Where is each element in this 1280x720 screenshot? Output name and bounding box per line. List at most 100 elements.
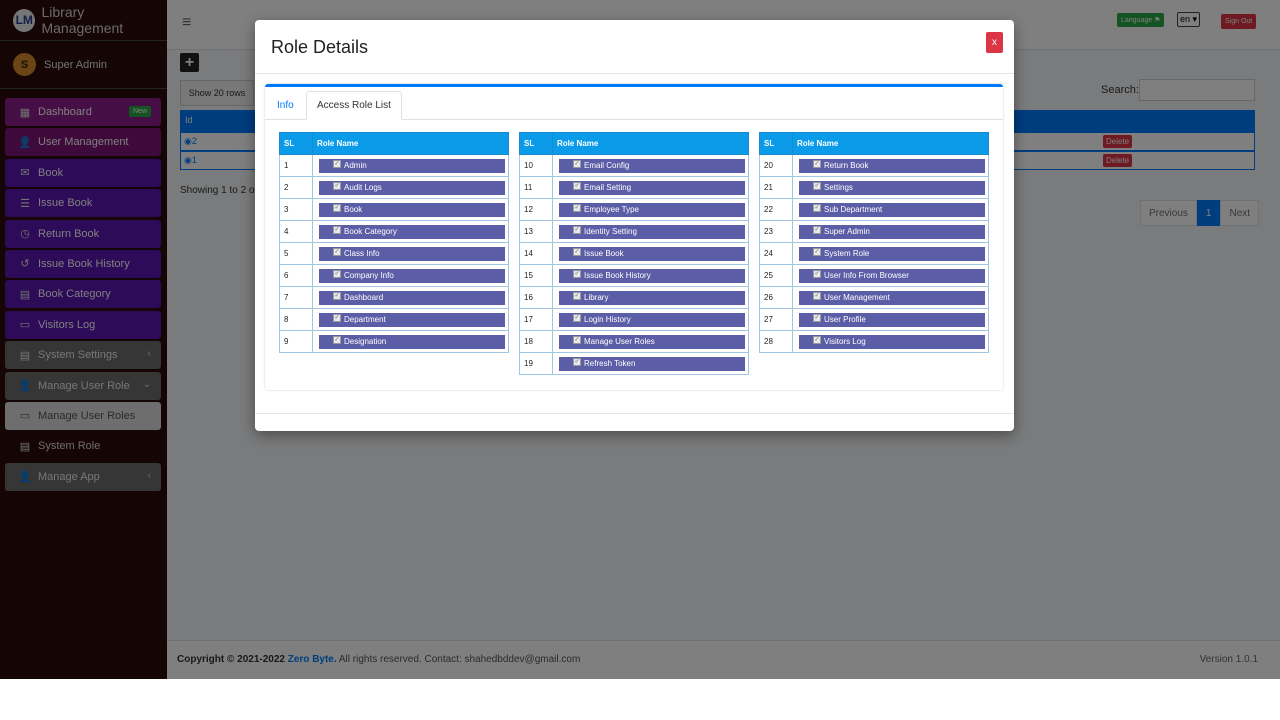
checkbox-checked-icon[interactable]: ✓: [333, 225, 341, 234]
table-row: 11 ✓ Email Setting: [519, 176, 749, 199]
role-name: Library: [584, 293, 609, 302]
row-role-cell: ✓ Admin: [312, 154, 509, 177]
table-row: 12 ✓ Employee Type: [519, 198, 749, 221]
row-role-cell: ✓ Library: [552, 286, 749, 309]
table-row: 28 ✓ Visitors Log: [759, 330, 989, 353]
table-row: 8 ✓ Department: [279, 308, 509, 331]
table-row: 15 ✓ Issue Book History: [519, 264, 749, 287]
row-role-cell: ✓ System Role: [792, 242, 989, 265]
checkbox-checked-icon[interactable]: ✓: [333, 203, 341, 212]
role-name: System Role: [824, 249, 870, 258]
close-button[interactable]: x: [986, 32, 1003, 53]
checkbox-checked-icon[interactable]: ✓: [333, 291, 341, 300]
checkbox-checked-icon[interactable]: ✓: [333, 335, 341, 344]
checkbox-checked-icon[interactable]: ✓: [573, 159, 581, 168]
row-sl: 11: [519, 176, 553, 199]
checkbox-checked-icon[interactable]: ✓: [573, 313, 581, 322]
checkbox-checked-icon[interactable]: ✓: [333, 247, 341, 256]
row-sl: 18: [519, 330, 553, 353]
table-row: 6 ✓ Company Info: [279, 264, 509, 287]
role-name: User Management: [824, 293, 890, 302]
row-role-cell: ✓ Identity Setting: [552, 220, 749, 243]
checkbox-checked-icon[interactable]: ✓: [813, 247, 821, 256]
table-row: 26 ✓ User Management: [759, 286, 989, 309]
row-role-cell: ✓ User Management: [792, 286, 989, 309]
table-row: 17 ✓ Login History: [519, 308, 749, 331]
row-role-cell: ✓ Audit Logs: [312, 176, 509, 199]
role-name: Email Setting: [584, 183, 632, 192]
checkbox-checked-icon[interactable]: ✓: [573, 247, 581, 256]
checkbox-checked-icon[interactable]: ✓: [573, 291, 581, 300]
table-row: 18 ✓ Manage User Roles: [519, 330, 749, 353]
role-item: ✓ Identity Setting: [559, 224, 745, 239]
checkbox-checked-icon[interactable]: ✓: [813, 335, 821, 344]
row-sl: 12: [519, 198, 553, 221]
tab-info[interactable]: Info: [267, 91, 304, 120]
checkbox-checked-icon[interactable]: ✓: [813, 225, 821, 234]
role-item: ✓ User Info From Browser: [799, 268, 985, 283]
table-row: 25 ✓ User Info From Browser: [759, 264, 989, 287]
role-name: Class Info: [344, 249, 380, 258]
role-item: ✓ Department: [319, 312, 505, 327]
row-sl: 26: [759, 286, 793, 309]
checkbox-checked-icon[interactable]: ✓: [813, 269, 821, 278]
role-item: ✓ Sub Department: [799, 202, 985, 217]
table-row: 3 ✓ Book: [279, 198, 509, 221]
checkbox-checked-icon[interactable]: ✓: [573, 225, 581, 234]
checkbox-checked-icon[interactable]: ✓: [573, 203, 581, 212]
tab-access-role-list[interactable]: Access Role List: [306, 91, 402, 120]
row-sl: 21: [759, 176, 793, 199]
role-item: ✓ Company Info: [319, 268, 505, 283]
checkbox-checked-icon[interactable]: ✓: [813, 203, 821, 212]
checkbox-checked-icon[interactable]: ✓: [573, 335, 581, 344]
row-sl: 9: [279, 330, 313, 353]
role-name: User Info From Browser: [824, 271, 909, 280]
role-name: Book Category: [344, 227, 397, 236]
row-role-cell: ✓ Dashboard: [312, 286, 509, 309]
row-role-cell: ✓ Sub Department: [792, 198, 989, 221]
table-row: 22 ✓ Sub Department: [759, 198, 989, 221]
checkbox-checked-icon[interactable]: ✓: [573, 269, 581, 278]
role-table: SL Role Name 20 ✓ Return Book 21 ✓ Settings 22 ✓ S…: [759, 132, 989, 353]
checkbox-checked-icon[interactable]: ✓: [813, 313, 821, 322]
row-role-cell: ✓ Visitors Log: [792, 330, 989, 353]
row-role-cell: ✓ User Info From Browser: [792, 264, 989, 287]
row-sl: 4: [279, 220, 313, 243]
checkbox-checked-icon[interactable]: ✓: [333, 159, 341, 168]
row-role-cell: ✓ Super Admin: [792, 220, 989, 243]
row-role-cell: ✓ Email Setting: [552, 176, 749, 199]
checkbox-checked-icon[interactable]: ✓: [333, 269, 341, 278]
row-sl: 28: [759, 330, 793, 353]
row-sl: 22: [759, 198, 793, 221]
row-sl: 23: [759, 220, 793, 243]
checkbox-checked-icon[interactable]: ✓: [333, 181, 341, 190]
row-sl: 24: [759, 242, 793, 265]
role-item: ✓ Dashboard: [319, 290, 505, 305]
table-row: 13 ✓ Identity Setting: [519, 220, 749, 243]
row-sl: 7: [279, 286, 313, 309]
role-name: Designation: [344, 337, 387, 346]
table-row: 14 ✓ Issue Book: [519, 242, 749, 265]
checkbox-checked-icon[interactable]: ✓: [813, 181, 821, 190]
role-name: Identity Setting: [584, 227, 637, 236]
modal-title: Role Details: [271, 37, 369, 57]
role-item: ✓ Login History: [559, 312, 745, 327]
role-name: Dashboard: [344, 293, 384, 302]
table-header-row: SL Role Name: [759, 132, 989, 155]
row-sl: 19: [519, 352, 553, 375]
checkbox-checked-icon[interactable]: ✓: [573, 181, 581, 190]
table-row: 5 ✓ Class Info: [279, 242, 509, 265]
role-name: Issue Book History: [584, 271, 651, 280]
checkbox-checked-icon[interactable]: ✓: [573, 357, 581, 366]
row-sl: 2: [279, 176, 313, 199]
row-role-cell: ✓ Employee Type: [552, 198, 749, 221]
table-header-row: SL Role Name: [519, 132, 749, 155]
row-sl: 16: [519, 286, 553, 309]
checkbox-checked-icon[interactable]: ✓: [333, 313, 341, 322]
column-header-sl: SL: [759, 132, 793, 155]
checkbox-checked-icon[interactable]: ✓: [813, 291, 821, 300]
row-role-cell: ✓ Company Info: [312, 264, 509, 287]
column-header-sl: SL: [279, 132, 313, 155]
checkbox-checked-icon[interactable]: ✓: [813, 159, 821, 168]
role-name: Audit Logs: [344, 183, 382, 192]
